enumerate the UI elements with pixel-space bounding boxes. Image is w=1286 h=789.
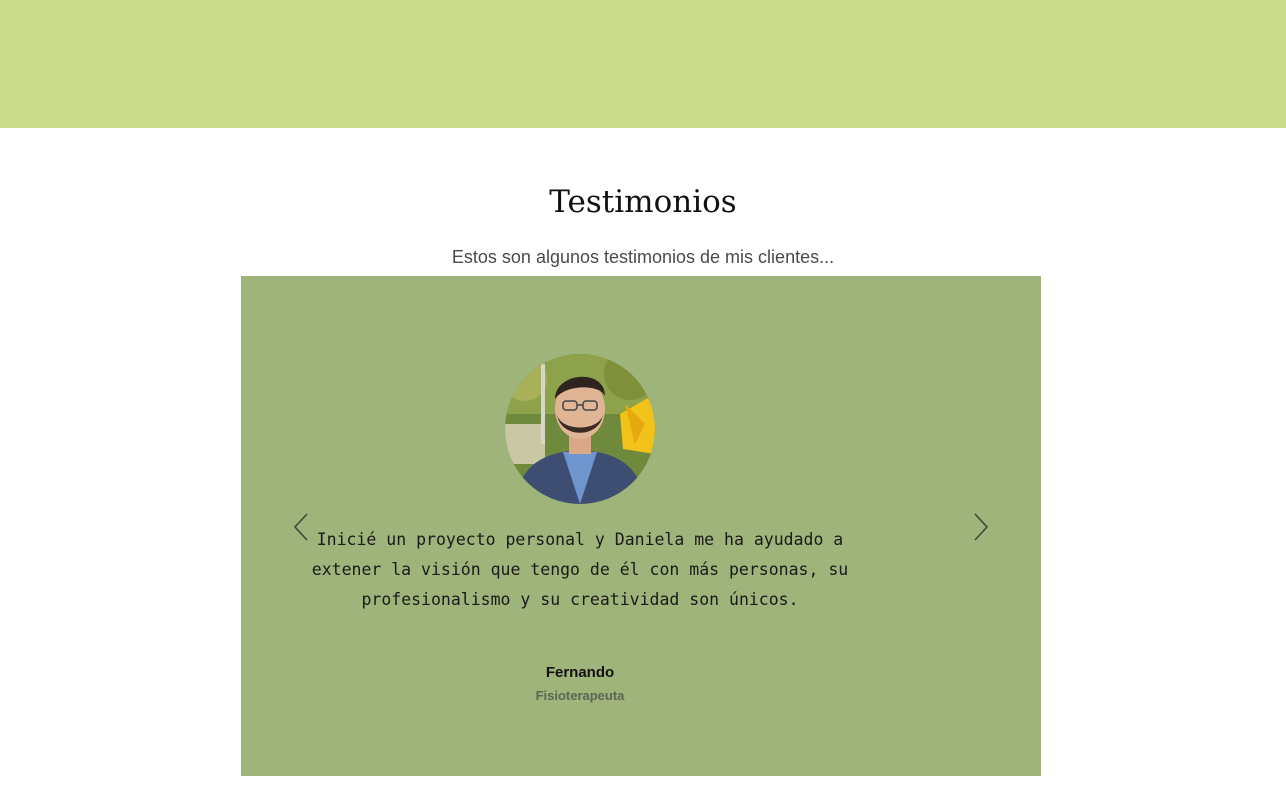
testimonial-quote: Inicié un proyecto personal y Daniela me… (311, 530, 849, 609)
chevron-right-icon (974, 513, 989, 541)
testimonial-author: Fernando (545, 664, 615, 681)
testimonial-role: Fisioterapeuta (535, 688, 625, 703)
section-subtitle: Estos son algunos testimonios de mis cli… (451, 247, 835, 267)
carousel-next-button[interactable] (969, 511, 993, 543)
section-title: Testimonios (549, 184, 737, 220)
author-avatar (505, 354, 655, 504)
testimonial-carousel: Inicié un proyecto personal y Daniela me… (241, 276, 1041, 776)
header-band (0, 0, 1286, 128)
